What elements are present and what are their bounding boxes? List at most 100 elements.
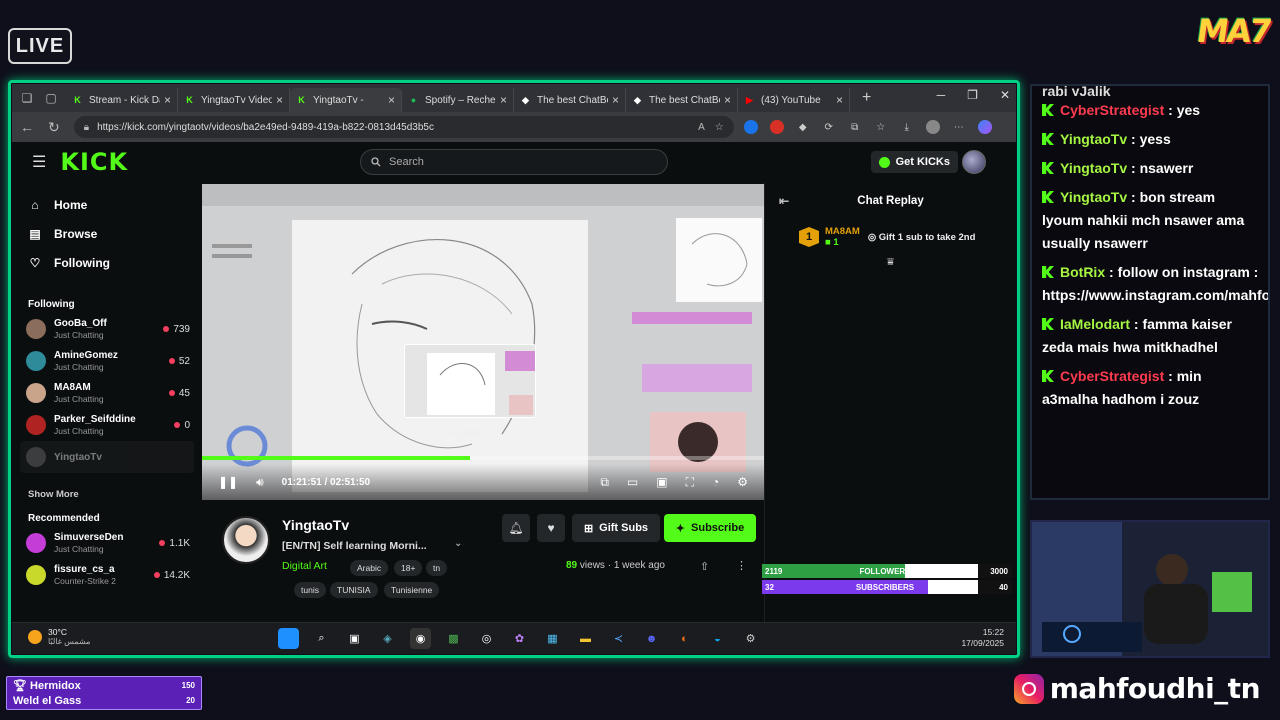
discord-icon[interactable]: ☻ — [641, 628, 662, 649]
channel-name[interactable]: YingtaoTv — [282, 517, 349, 533]
split-screen-icon[interactable]: ⧉ — [848, 120, 862, 134]
sidebar-channel[interactable]: fissure_cs_a Counter-Strike 2 14.2K — [12, 559, 202, 591]
copilot-app-icon[interactable]: ✿ — [509, 628, 530, 649]
refresh-icon[interactable]: ↻ — [48, 119, 60, 136]
gift-subs-button[interactable]: ⊞ Gift Subs — [572, 514, 660, 542]
close-tab-icon[interactable]: × — [164, 93, 171, 107]
settings-gear-icon[interactable]: ⚙ — [737, 475, 748, 490]
category-link[interactable]: Digital Art — [282, 560, 327, 572]
search-input[interactable]: Search — [360, 149, 668, 175]
playback-speed-icon[interactable]: ◔ — [712, 475, 719, 490]
user-avatar[interactable] — [962, 150, 986, 174]
get-kicks-button[interactable]: Get KICKs — [870, 151, 958, 173]
taskbar-clock[interactable]: 15:22 17/09/2025 — [961, 627, 1004, 649]
gift-sub-leaderboard[interactable]: 1 MA8AM ■ 1 ◎ Gift 1 sub to take 2nd — [765, 220, 1016, 254]
tag[interactable]: Tunisienne — [384, 582, 440, 598]
profile-icon[interactable] — [925, 120, 940, 134]
sidebar-channel[interactable]: SimuverseDen Just Chatting 1.1K — [12, 527, 202, 559]
favorites-icon[interactable]: ☆ — [874, 120, 888, 134]
app-icon[interactable]: ◈ — [377, 628, 398, 649]
notifications-bell-button[interactable]: 🔔︎ — [502, 514, 530, 542]
weather-widget[interactable]: 30°C مشمس غالبًا — [28, 627, 90, 646]
theater-mode-icon[interactable]: ▣ — [656, 475, 667, 490]
webcam-app-icon[interactable]: ◎ — [476, 628, 497, 649]
volume-icon[interactable]: 🔊︎ — [256, 475, 264, 490]
kick-logo[interactable]: KICK — [60, 148, 128, 176]
downloads-icon[interactable]: ⤓ — [900, 120, 914, 134]
seek-bar[interactable] — [202, 456, 764, 460]
close-tab-icon[interactable]: × — [276, 93, 283, 107]
chat-filter-icon[interactable]: ⩸ — [765, 256, 1016, 269]
workspaces-icon[interactable]: ❏ — [18, 89, 36, 107]
sidebar-channel[interactable]: GooBa_Off Just Chatting 739 — [12, 313, 202, 345]
tab-4[interactable]: ◆ The best ChatBot × — [514, 88, 626, 112]
close-tab-icon[interactable]: × — [612, 93, 619, 107]
adblock-icon[interactable] — [769, 120, 784, 134]
settings-app-icon[interactable]: ⚙ — [740, 628, 761, 649]
tab-2[interactable]: K YingtaoTv - × — [290, 88, 402, 112]
sidebar-item-home[interactable]: ⌂ Home — [12, 190, 202, 219]
pause-icon[interactable]: ❚❚ — [218, 475, 238, 489]
tab-5[interactable]: ◆ The best ChatBot × — [626, 88, 738, 112]
url-field[interactable]: 🔒︎ https://kick.com/yingtaotv/videos/ba2… — [73, 116, 734, 138]
menu-dots-icon[interactable]: ⋯ — [952, 120, 966, 134]
edge-icon[interactable]: ◒ — [707, 628, 728, 649]
collapse-chat-icon[interactable]: ⇤ — [779, 194, 789, 208]
game-icon[interactable]: ▩ — [443, 628, 464, 649]
start-icon[interactable] — [278, 628, 299, 649]
share-icon[interactable]: ⇧ — [700, 560, 709, 573]
tag[interactable]: Arabic — [350, 560, 389, 576]
minimize-icon[interactable]: ─ — [937, 88, 946, 102]
channel-avatar — [26, 383, 46, 403]
tag[interactable]: tn — [426, 560, 448, 576]
close-window-icon[interactable]: ✕ — [1000, 88, 1010, 102]
close-tab-icon[interactable]: × — [500, 93, 507, 107]
tab-actions-icon[interactable]: ▢ — [42, 89, 60, 107]
tag[interactable]: tunis — [294, 582, 326, 598]
firefox-icon[interactable]: ◐ — [674, 628, 695, 649]
follow-heart-button[interactable]: ♥ — [537, 514, 565, 542]
clip-icon[interactable]: ▭ — [627, 475, 638, 490]
favorite-star-icon[interactable]: ☆ — [715, 122, 724, 133]
sidebar-channel[interactable]: AmineGomez Just Chatting 52 — [12, 345, 202, 377]
tab-1[interactable]: K YingtaoTv Videos × — [178, 88, 290, 112]
home-icon: ⌂ — [31, 197, 39, 212]
vscode-icon[interactable]: ≺ — [608, 628, 629, 649]
read-aloud-icon[interactable]: A — [698, 122, 705, 133]
restore-icon[interactable]: ❐ — [967, 88, 978, 102]
extension-icon[interactable] — [743, 120, 758, 134]
close-tab-icon[interactable]: × — [724, 93, 731, 107]
back-icon[interactable]: ← — [20, 119, 34, 135]
search-icon[interactable]: ⌕ — [311, 628, 332, 649]
subscribe-button[interactable]: ✦ Subscribe — [664, 514, 756, 542]
tab-6[interactable]: ▶ (43) YouTube × — [738, 88, 850, 112]
tag[interactable]: 18+ — [394, 560, 423, 576]
more-options-icon[interactable]: ⋮ — [736, 559, 747, 572]
video-player[interactable]: 01:21:51 ❚❚ 🔊︎ 01:21:51 / 02:51:50 ⧉ ▭ ▣… — [202, 184, 764, 500]
sidebar-item-following[interactable]: ♡ Following — [12, 248, 202, 277]
tag[interactable]: TUNISIA — [330, 582, 378, 598]
file-explorer-icon[interactable]: ▬ — [575, 628, 596, 649]
sidebar-channel-ghost[interactable]: YingtaoTv — [20, 441, 194, 473]
sidebar-channel[interactable]: MA8AM Just Chatting 45 — [12, 377, 202, 409]
task-view-icon[interactable]: ▣ — [344, 628, 365, 649]
tab-0[interactable]: K Stream - Kick Da × — [66, 88, 178, 112]
channel-avatar[interactable] — [222, 516, 270, 564]
show-more-button[interactable]: Show More — [12, 481, 202, 507]
tab-3[interactable]: ● Spotify – Recherc × — [402, 88, 514, 112]
chevron-down-icon[interactable]: ⌄ — [454, 538, 462, 549]
extension-diamond-icon[interactable]: ◆ — [796, 120, 810, 134]
sync-icon[interactable]: ⟳ — [822, 120, 836, 134]
fullscreen-icon[interactable]: ⛶ — [686, 475, 694, 490]
close-tab-icon[interactable]: × — [388, 93, 395, 107]
obs-icon[interactable]: ◉ — [410, 628, 431, 649]
copilot-icon[interactable] — [977, 120, 992, 134]
store-icon[interactable]: ▦ — [542, 628, 563, 649]
new-tab-button[interactable]: + — [862, 89, 871, 107]
menu-icon[interactable]: ☰ — [32, 152, 46, 172]
live-badge: LIVE — [8, 28, 72, 64]
pip-icon[interactable]: ⧉ — [600, 475, 609, 490]
sidebar-channel[interactable]: Parker_Seifddine Just Chatting 0 — [12, 409, 202, 441]
sidebar-item-browse[interactable]: ▤ Browse — [12, 219, 202, 248]
close-tab-icon[interactable]: × — [836, 93, 843, 107]
